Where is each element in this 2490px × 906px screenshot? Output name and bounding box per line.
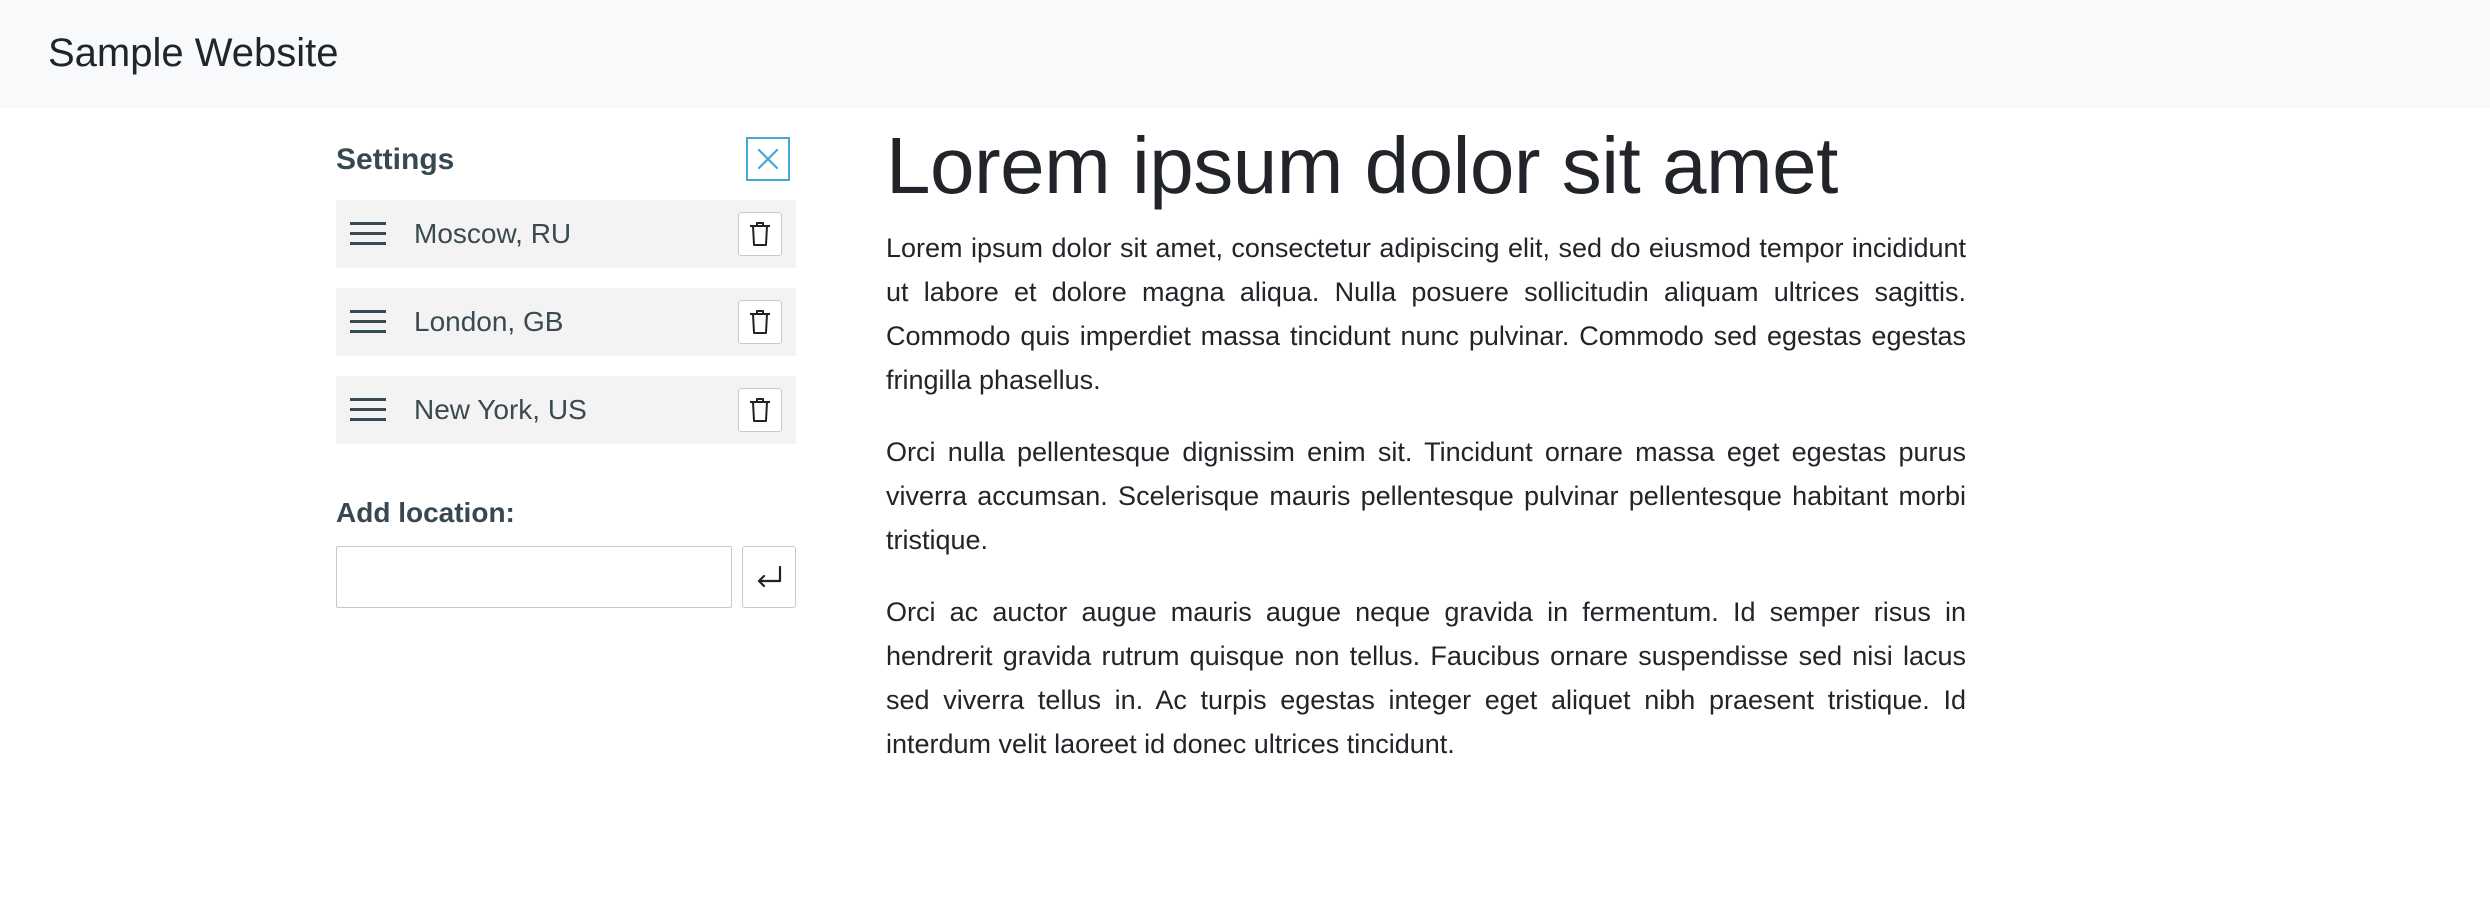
settings-title: Settings (336, 143, 455, 176)
trash-icon (750, 222, 770, 246)
close-settings-button[interactable] (746, 137, 790, 181)
drag-handle-icon[interactable] (350, 306, 386, 338)
location-list: Moscow, RU London, GB New York, US (336, 200, 796, 464)
add-location-input[interactable] (336, 546, 732, 608)
enter-icon (757, 565, 782, 588)
location-item: London, GB (336, 288, 796, 356)
brand-link[interactable]: Sample Website (48, 28, 339, 78)
delete-location-button[interactable] (738, 300, 782, 344)
navbar: Sample Website (0, 0, 2490, 108)
location-label: London, GB (414, 306, 564, 337)
close-icon (757, 148, 779, 170)
trash-icon (750, 398, 770, 422)
content-paragraph: Orci nulla pellentesque dignissim enim s… (886, 437, 1966, 555)
delete-location-button[interactable] (738, 388, 782, 432)
location-label: Moscow, RU (414, 218, 572, 249)
add-location-submit-button[interactable] (742, 546, 796, 608)
main-content: Lorem ipsum dolor sit amet Lorem ipsum d… (886, 118, 1966, 766)
page-title: Lorem ipsum dolor sit amet (886, 121, 1838, 210)
add-location-label: Add location: (336, 497, 515, 528)
location-item: New York, US (336, 376, 796, 444)
drag-handle-icon[interactable] (350, 218, 386, 250)
drag-handle-icon[interactable] (350, 394, 386, 426)
trash-icon (750, 310, 770, 334)
content-paragraph: Lorem ipsum dolor sit amet, consectetur … (886, 233, 1966, 395)
location-label: New York, US (414, 394, 587, 425)
location-item: Moscow, RU (336, 200, 796, 268)
content-paragraph: Orci ac auctor augue mauris augue neque … (886, 597, 1966, 759)
delete-location-button[interactable] (738, 212, 782, 256)
